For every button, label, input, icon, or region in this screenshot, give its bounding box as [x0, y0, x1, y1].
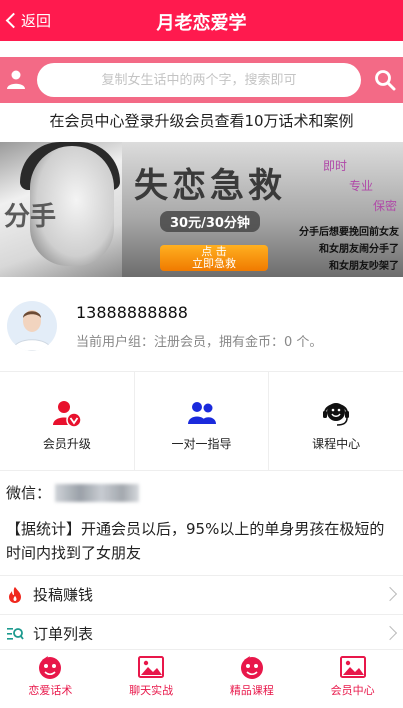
- search-bar: [0, 57, 403, 103]
- statistics-text: 【据统计】开通会员以后，95%以上的单身男孩在极短的时间内找到了女朋友: [6, 520, 385, 562]
- tab-chat-practice[interactable]: 聊天实战: [101, 650, 202, 703]
- cupid-icon: [240, 656, 263, 679]
- tab-label: 聊天实战: [129, 684, 174, 697]
- menu-label: 投稿赚钱: [33, 586, 94, 604]
- tab-label: 精品课程: [229, 684, 274, 697]
- banner-cta-bottom: 立即急救: [192, 257, 236, 270]
- tab-member-center[interactable]: 会员中心: [302, 650, 403, 703]
- banner-line: 分手后想要挽回前女友: [299, 227, 399, 238]
- search-input[interactable]: [37, 63, 361, 97]
- member-upgrade-icon: [52, 401, 82, 428]
- chevron-right-icon: [382, 625, 398, 641]
- grid-label: 课程中心: [312, 437, 361, 451]
- banner-line: 和女朋友闹分手了: [319, 244, 399, 255]
- grid-item-member-upgrade[interactable]: 会员升级: [0, 372, 135, 470]
- grid-item-course-center[interactable]: 课程中心: [269, 372, 403, 470]
- member-notice: 在会员中心登录升级会员查看10万话术和案例: [49, 112, 354, 130]
- banner-tag: 专业: [348, 179, 373, 193]
- user-icon[interactable]: [6, 69, 26, 89]
- avatar[interactable]: [7, 301, 57, 351]
- tab-label: 会员中心: [330, 684, 375, 697]
- image-icon: [138, 656, 165, 678]
- user-profile: 13888888888 当前用户组：注册会员，拥有金币：0 个。: [0, 293, 403, 363]
- banner-tag: 即时: [322, 159, 347, 173]
- wechat-id-obscured: [55, 483, 140, 502]
- chevron-right-icon: [382, 586, 398, 602]
- banner-tags: 即时 专业 保密: [323, 156, 397, 216]
- promo-banner[interactable]: 分手 失恋急救 即时 专业 保密 30元/30分钟 点 击 立即急救 分手后想要…: [0, 142, 403, 277]
- menu-label: 订单列表: [33, 625, 94, 643]
- banner-content: 失恋急救 即时 专业 保密 30元/30分钟 点 击 立即急救 分手后想要挽回前…: [122, 142, 403, 277]
- banner-side-text: 分手: [4, 202, 57, 232]
- people-icon: [187, 402, 216, 424]
- tab-label: 恋爱话术: [28, 684, 73, 697]
- banner-cta-button[interactable]: 点 击 立即急救: [160, 245, 268, 271]
- wechat-label: 微信：: [6, 484, 52, 502]
- search-icon[interactable]: [374, 69, 396, 91]
- menu-item-orders[interactable]: 订单列表: [0, 614, 403, 652]
- menu-item-contribute[interactable]: 投稿赚钱: [0, 575, 403, 613]
- banner-line: 和女朋友吵架了: [329, 261, 399, 272]
- headset-icon: [323, 403, 350, 426]
- fire-icon: [9, 587, 21, 603]
- tab-love-talk[interactable]: 恋爱话术: [0, 650, 101, 703]
- image-icon: [339, 656, 366, 678]
- banner-lines: 分手后想要挽回前女友 和女朋友闹分手了 和女朋友吵架了: [299, 224, 399, 275]
- list-search-icon: [7, 628, 24, 640]
- tab-premium-courses[interactable]: 精品课程: [202, 650, 303, 703]
- banner-price: 30元/30分钟: [160, 211, 260, 232]
- cupid-icon: [39, 656, 62, 679]
- page-title: 月老恋爱学: [156, 13, 247, 34]
- user-group-info: 当前用户组：注册会员，拥有金币：0 个。: [76, 335, 323, 350]
- avatar-icon: [11, 310, 53, 351]
- top-navigation-bar: 返回 月老恋爱学: [0, 0, 403, 41]
- banner-portrait: 分手: [0, 142, 122, 277]
- bottom-tab-bar: 恋爱话术 聊天实战 精品课程 会员中心: [0, 649, 403, 703]
- grid-label: 一对一指导: [171, 437, 232, 451]
- function-grid: 会员升级 一对一指导 课程中心: [0, 371, 403, 471]
- user-phone: 13888888888: [76, 303, 188, 322]
- banner-title: 失恋急救: [134, 166, 286, 206]
- grid-item-one-on-one[interactable]: 一对一指导: [135, 372, 270, 470]
- grid-label: 会员升级: [42, 437, 91, 451]
- wechat-row: 微信：: [6, 482, 140, 503]
- banner-tag: 保密: [372, 199, 397, 213]
